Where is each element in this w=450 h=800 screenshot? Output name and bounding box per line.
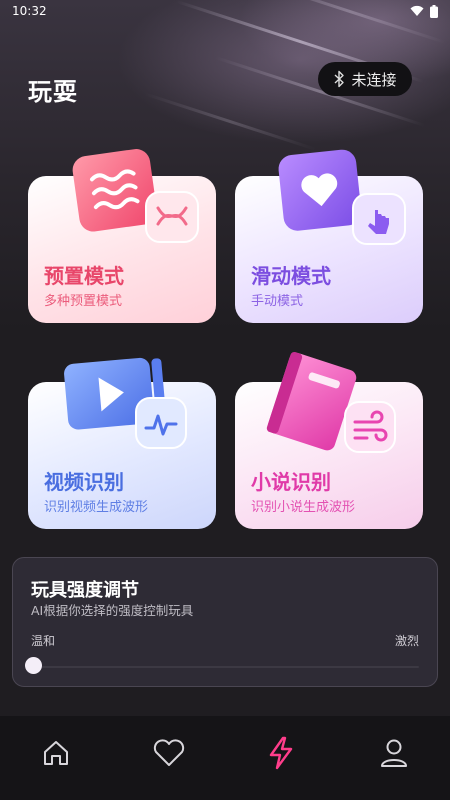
home-icon	[44, 741, 69, 765]
intensity-description: AI根据你选择的强度控制玩具	[31, 603, 194, 618]
preset-mode-title: 预置模式	[44, 264, 124, 288]
tab-home[interactable]	[26, 723, 86, 783]
bottom-tab-bar	[0, 716, 450, 800]
intensity-panel: 玩具强度调节 AI根据你选择的强度控制玩具 温和 激烈	[12, 557, 438, 687]
waveform-icon	[135, 397, 187, 449]
wifi-icon	[410, 5, 424, 16]
status-bar: 10:32	[0, 0, 450, 22]
slide-mode-subtitle: 手动模式	[251, 294, 304, 309]
video-recognition-card[interactable]: 视频识别 识别视频生成波形	[28, 357, 216, 529]
slide-mode-title: 滑动模式	[251, 264, 331, 288]
heart-icon	[153, 739, 184, 766]
intensity-max-label: 激烈	[394, 634, 419, 648]
intensity-min-label: 温和	[31, 634, 56, 648]
connect-label: 未连接	[351, 70, 397, 89]
novel-recognition-title: 小说识别	[251, 470, 331, 494]
intensity-title: 玩具强度调节	[31, 580, 139, 601]
bluetooth-icon	[335, 70, 345, 88]
slide-mode-card[interactable]: 滑动模式 手动模式	[235, 149, 423, 323]
intensity-slider-track[interactable]	[33, 666, 419, 668]
status-time: 10:32	[12, 4, 47, 18]
preset-mode-card[interactable]: 预置模式 多种预置模式	[28, 149, 216, 323]
wind-icon	[344, 401, 396, 453]
tab-favorites[interactable]	[139, 723, 199, 783]
novel-recognition-subtitle: 识别小说生成波形	[251, 500, 356, 515]
lightning-icon	[270, 736, 293, 770]
dna-icon	[145, 191, 199, 243]
intensity-slider-thumb[interactable]	[25, 657, 42, 674]
tab-profile[interactable]	[364, 723, 424, 783]
battery-icon	[430, 4, 438, 18]
preset-mode-subtitle: 多种预置模式	[44, 294, 123, 309]
novel-recognition-card[interactable]: 小说识别 识别小说生成波形	[235, 351, 423, 529]
connect-button[interactable]: 未连接	[318, 62, 412, 96]
page-title: 玩耍	[28, 78, 78, 106]
tap-gesture-icon	[352, 193, 406, 245]
video-recognition-title: 视频识别	[44, 470, 124, 494]
tab-play[interactable]	[251, 723, 311, 783]
profile-icon	[380, 739, 407, 767]
video-recognition-subtitle: 识别视频生成波形	[44, 500, 149, 515]
